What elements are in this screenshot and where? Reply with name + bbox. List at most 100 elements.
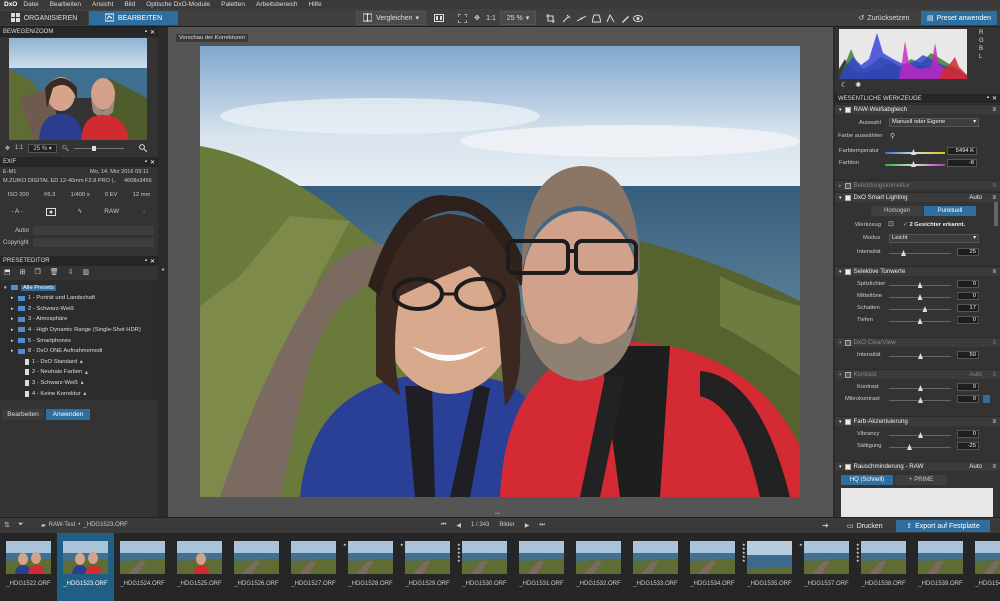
path-folder[interactable]: RAW-Test (49, 522, 76, 529)
move-button[interactable]: ✥ (471, 11, 483, 25)
tone-slider[interactable] (889, 309, 951, 310)
filmstrip-thumbnail[interactable]: ★ _HDG1528.ORF (342, 533, 399, 601)
channel-l[interactable]: L (979, 53, 984, 61)
menu-bearbeiten[interactable]: Bearbeiten (50, 1, 81, 8)
section-selective-tone[interactable]: ▾ Selektive Tonwerte ≡ (835, 266, 1000, 276)
close-icon[interactable]: ✕ (150, 29, 155, 36)
section-noise[interactable]: ▾ Rauschminderung - RAW Auto ≡ (835, 461, 1000, 471)
shadow-clip-icon[interactable]: ☾ (841, 81, 847, 89)
preset-tree-item[interactable]: 3 - Schwarz-Weiß 🔒︎ (0, 378, 158, 387)
menu-ansicht[interactable]: Ansicht (92, 1, 113, 8)
wb-enable-checkbox[interactable] (844, 106, 851, 113)
filmstrip-thumbnail[interactable]: _HDG1527.ORF (285, 533, 342, 601)
duplicate-icon[interactable]: ❐ (35, 268, 41, 276)
mode-spot-button[interactable]: Punktuell (924, 206, 976, 216)
image-canvas[interactable]: Vorschau der Korrekturen ••• (168, 27, 833, 517)
split-view-button[interactable] (432, 11, 446, 25)
tone-value[interactable]: 0 (957, 280, 979, 288)
first-image-icon[interactable]: ⏮ (441, 522, 446, 529)
scrollbar-thumb[interactable] (994, 202, 998, 226)
new-preset-icon[interactable]: ⬒ (4, 268, 11, 276)
new-folder-icon[interactable]: ⊞ (20, 268, 26, 276)
filmstrip-thumbnail[interactable]: ★ ★ ★ ★ ★ _HDG1530.ORF (456, 533, 513, 601)
magic-wand-icon[interactable] (983, 395, 990, 403)
vibrancy-value[interactable]: 0 (957, 430, 979, 438)
filmstrip-thumbnail[interactable]: _HDG1539.ORF (912, 533, 969, 601)
section-white-balance[interactable]: ▾ RAW-Weißabgleich ≡ (835, 104, 1000, 114)
tone-value[interactable]: 0 (957, 292, 979, 300)
wb-temp-value[interactable]: 5494 K (947, 147, 977, 155)
tab-edit[interactable]: BEARBEITEN (89, 11, 178, 25)
section-menu-icon[interactable]: ≡ (992, 464, 996, 470)
highlight-clip-icon[interactable]: ✺ (855, 81, 861, 89)
filmstrip-thumbnail[interactable]: _HDG1525.ORF (171, 533, 228, 601)
preset-tree-item[interactable]: ▸ 2 - Schwarz-Weiß (0, 304, 158, 313)
channel-b[interactable]: B (979, 45, 984, 53)
rating-stars[interactable]: ★ (799, 543, 803, 547)
zoom-select[interactable]: 25 % ▾ (500, 11, 536, 25)
section-menu-icon[interactable]: ≡ (992, 419, 996, 425)
ratio-button[interactable]: 1:1 (485, 11, 497, 25)
menu-optische-module[interactable]: Optische DxO-Module (146, 1, 210, 8)
preset-tree-item[interactable]: ▸ 3 - Atmosphäre (0, 315, 158, 324)
collapse-left-icon[interactable]: ◂ (161, 266, 164, 273)
apply-preset-button[interactable]: ▤ Preset anwenden (921, 11, 997, 25)
filmstrip-thumbnail[interactable]: _HDG1522.ORF (0, 533, 57, 601)
noise-enable-checkbox[interactable] (844, 463, 851, 470)
exposure-enable-checkbox[interactable] (844, 182, 851, 189)
filmstrip-thumbnail[interactable]: _HDG1534.ORF (684, 533, 741, 601)
smart-lighting-enable-checkbox[interactable] (844, 194, 851, 201)
mode-homogen-button[interactable]: Homogen (871, 206, 923, 216)
saturation-value[interactable]: -25 (957, 442, 979, 450)
section-color-accent[interactable]: ▾ Farb-Akzentuierung ≡ (835, 416, 1000, 426)
undock-icon[interactable]: ▪ (987, 95, 989, 102)
noise-prime-button[interactable]: + PRIME (895, 475, 947, 485)
filmstrip-thumbnail[interactable]: ★ _HDG1537.ORF (798, 533, 855, 601)
menu-datei[interactable]: Datei (23, 1, 38, 8)
menu-arbeitsbereich[interactable]: Arbeitsbereich (256, 1, 298, 8)
saturation-slider[interactable] (889, 447, 951, 448)
noise-auto[interactable]: Auto (969, 463, 982, 470)
move-icon[interactable]: ✥ (5, 145, 10, 152)
noise-hq-button[interactable]: HQ (Schnell) (841, 475, 893, 485)
sl-intensity-slider[interactable] (889, 253, 951, 254)
undock-icon[interactable]: ▪ (145, 159, 147, 166)
expand-right-icon[interactable]: ▸ (11, 295, 18, 301)
section-menu-icon[interactable]: ≡ (992, 372, 996, 378)
wb-selection-select[interactable]: Manuell oder Eigene ▾ (889, 118, 979, 127)
preset-tree-item[interactable]: 2 - Neutrale Farben 🔒︎ (0, 368, 158, 377)
delete-icon[interactable]: 🗑︎ (50, 268, 59, 276)
expand-right-icon[interactable]: ▸ (11, 327, 18, 333)
preset-tree-item[interactable]: ▸ 1 - Porträt und Landschaft (0, 294, 158, 303)
tone-enable-checkbox[interactable] (844, 268, 851, 275)
print-button[interactable]: ▭ Drucken (843, 520, 887, 532)
last-image-icon[interactable]: ⏭ (539, 522, 544, 529)
export-icon[interactable]: ▥ (83, 268, 90, 276)
fit-button[interactable] (456, 11, 468, 25)
perspective-button[interactable] (590, 11, 602, 25)
rating-stars[interactable]: ★ ★ ★ ★ ★ (742, 543, 746, 563)
eyedropper-icon[interactable]: ⚲ (890, 132, 895, 140)
section-menu-icon[interactable]: ≡ (992, 269, 996, 275)
export-button[interactable]: ⇪ Export auf Festplatte (896, 520, 990, 532)
rating-stars[interactable]: ★ (400, 543, 404, 547)
filmstrip-thumbnail[interactable]: _HDG1526.ORF (228, 533, 285, 601)
channel-g[interactable]: G (979, 37, 984, 45)
expand-right-icon[interactable]: ▸ (11, 338, 18, 344)
reset-button[interactable]: ↺ Zurücksetzen (852, 11, 916, 25)
expand-right-icon[interactable]: ▸ (11, 316, 18, 322)
compare-button[interactable]: Vergleichen ▾ (356, 11, 426, 25)
section-smart-lighting[interactable]: ▾ DxO Smart Lighting Auto ≡ (835, 192, 1000, 202)
section-menu-icon[interactable]: ≡ (992, 195, 996, 201)
undock-icon[interactable]: ▪ (145, 29, 147, 36)
face-tool-icon[interactable]: ⊡ (888, 220, 894, 228)
sl-intensity-value[interactable]: 25 (957, 248, 979, 256)
navigator-preview[interactable] (9, 38, 147, 140)
cv-intensity-value[interactable]: 50 (957, 351, 979, 359)
undock-icon[interactable]: ▪ (145, 258, 147, 265)
tone-value[interactable]: 17 (957, 304, 979, 312)
rating-stars[interactable]: ★ ★ ★ ★ ★ (457, 543, 461, 563)
horizon-button[interactable] (604, 11, 616, 25)
preset-tree-item[interactable]: 1 - DxO Standard 🔒︎ (0, 357, 158, 366)
close-icon[interactable]: ✕ (150, 258, 155, 265)
